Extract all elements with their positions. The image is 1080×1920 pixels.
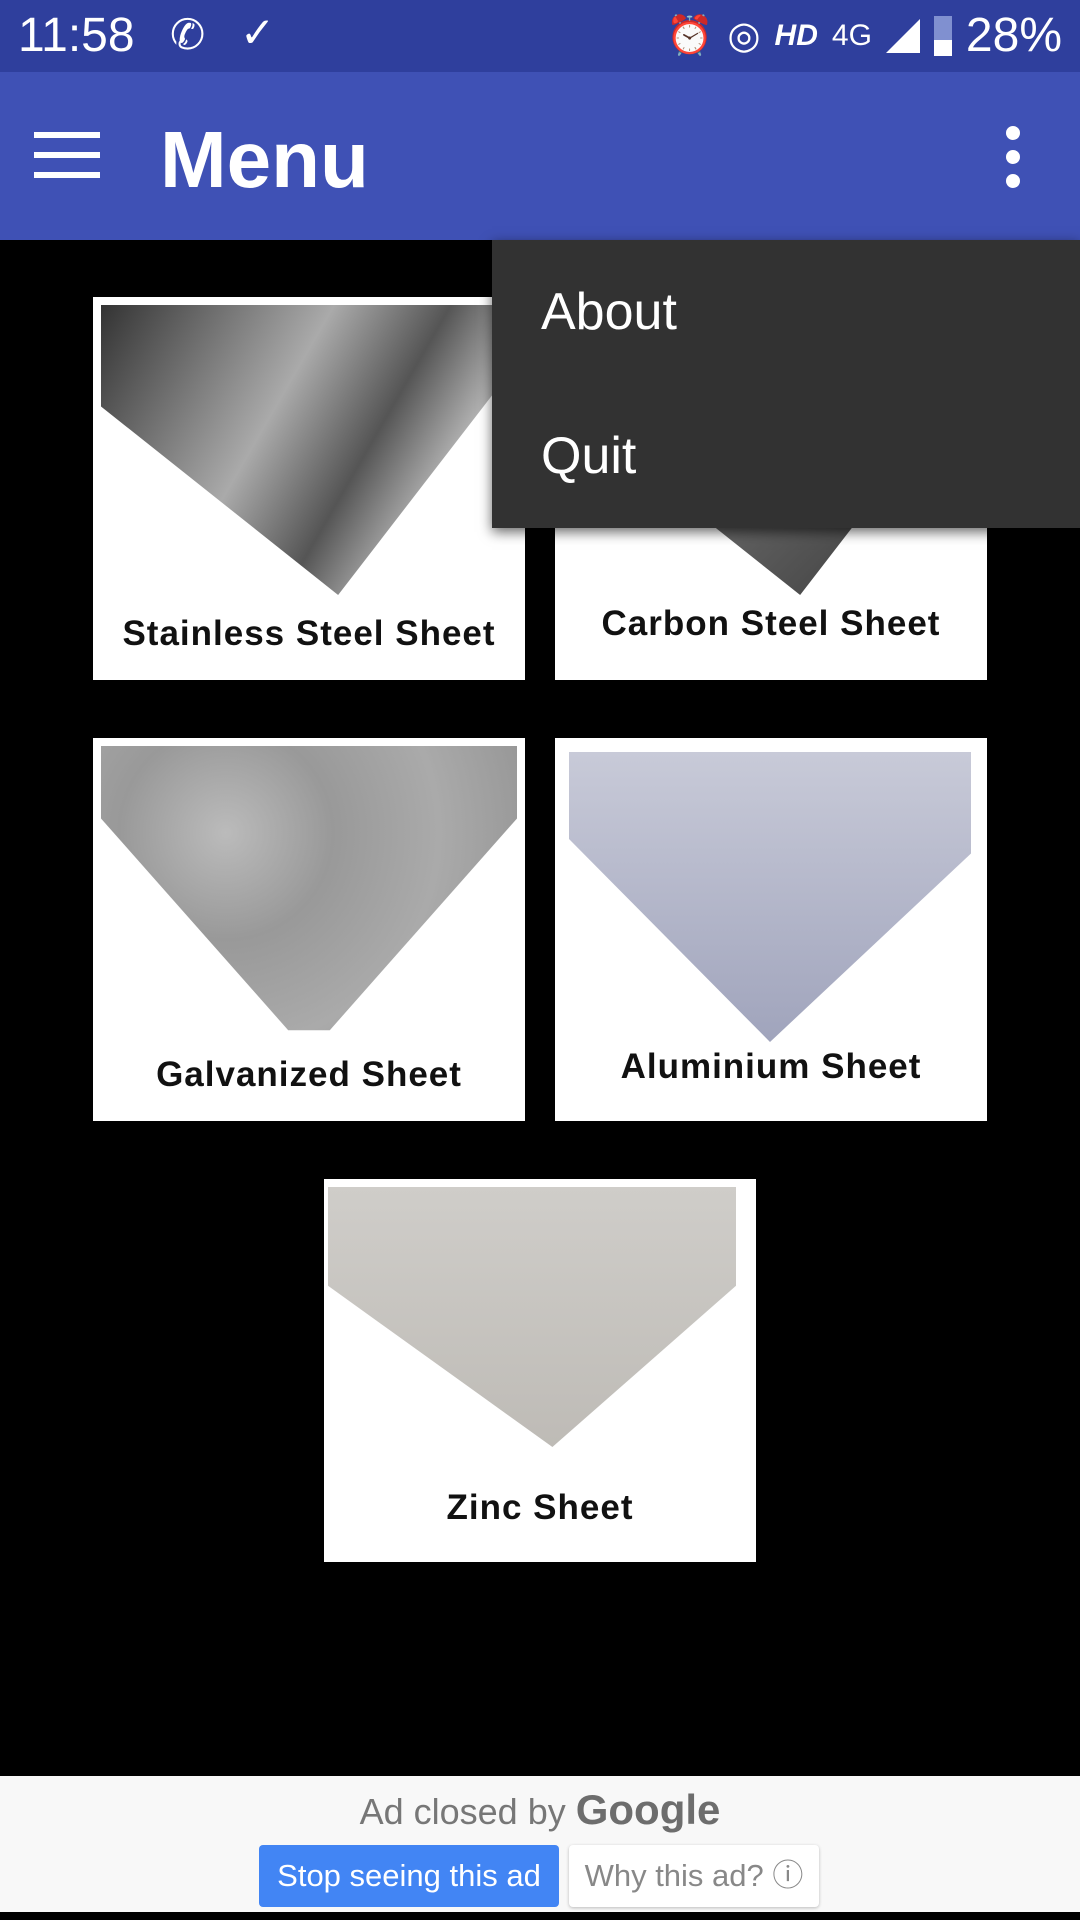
product-label: Aluminium Sheet (620, 1047, 922, 1086)
why-this-ad-button[interactable]: Why this ad? ⓘ (569, 1845, 819, 1907)
net-type: 4G (831, 18, 872, 52)
time: 11:58 (18, 9, 135, 62)
ad-closed-text: Ad closed by Google (0, 1786, 1080, 1834)
product-image (328, 1187, 736, 1447)
alarm-icon: ⏰ (666, 14, 714, 57)
app-bar: Menu (0, 72, 1080, 240)
page-title: Menu (160, 115, 369, 204)
hotspot-icon: ◎ (727, 15, 761, 57)
menu-item-about[interactable]: About (492, 240, 1080, 384)
more-vert-icon[interactable] (1000, 126, 1026, 190)
product-label: Stainless Steel Sheet (122, 614, 496, 653)
download-done-icon: ✓ (240, 9, 276, 56)
product-aluminium[interactable]: Aluminium Sheet (555, 738, 987, 1121)
whatsapp-icon: ✆ (170, 11, 206, 58)
hd-indicator: HD (774, 18, 818, 52)
product-stainless-steel[interactable]: Stainless Steel Sheet (93, 297, 525, 680)
ad-closed-label: Ad closed by (359, 1791, 566, 1832)
product-label: Carbon Steel Sheet (601, 604, 941, 643)
battery-charging-icon (933, 15, 952, 56)
status-bar: 11:58 ✆ ✓ ⏰ ◎ HD 4G 28% (0, 0, 1080, 72)
overflow-menu: About Quit (492, 240, 1080, 528)
product-label: Zinc Sheet (446, 1488, 634, 1527)
product-image (101, 746, 517, 1031)
stop-seeing-ad-button[interactable]: Stop seeing this ad (259, 1845, 559, 1907)
product-label: Galvanized Sheet (156, 1055, 462, 1094)
product-image (569, 752, 971, 1042)
why-this-ad-label: Why this ad? (584, 1858, 764, 1893)
signal-icon (885, 18, 920, 53)
battery-percent: 28% (965, 9, 1062, 62)
ad-banner: Ad closed by Google Stop seeing this ad … (0, 1776, 1080, 1912)
info-icon: ⓘ (772, 1858, 804, 1893)
google-logo: Google (575, 1786, 721, 1833)
product-image (101, 305, 517, 595)
menu-item-quit[interactable]: Quit (492, 384, 1080, 528)
product-zinc[interactable]: Zinc Sheet (324, 1179, 756, 1562)
product-galvanized[interactable]: Galvanized Sheet (93, 738, 525, 1121)
hamburger-icon[interactable] (34, 132, 100, 178)
